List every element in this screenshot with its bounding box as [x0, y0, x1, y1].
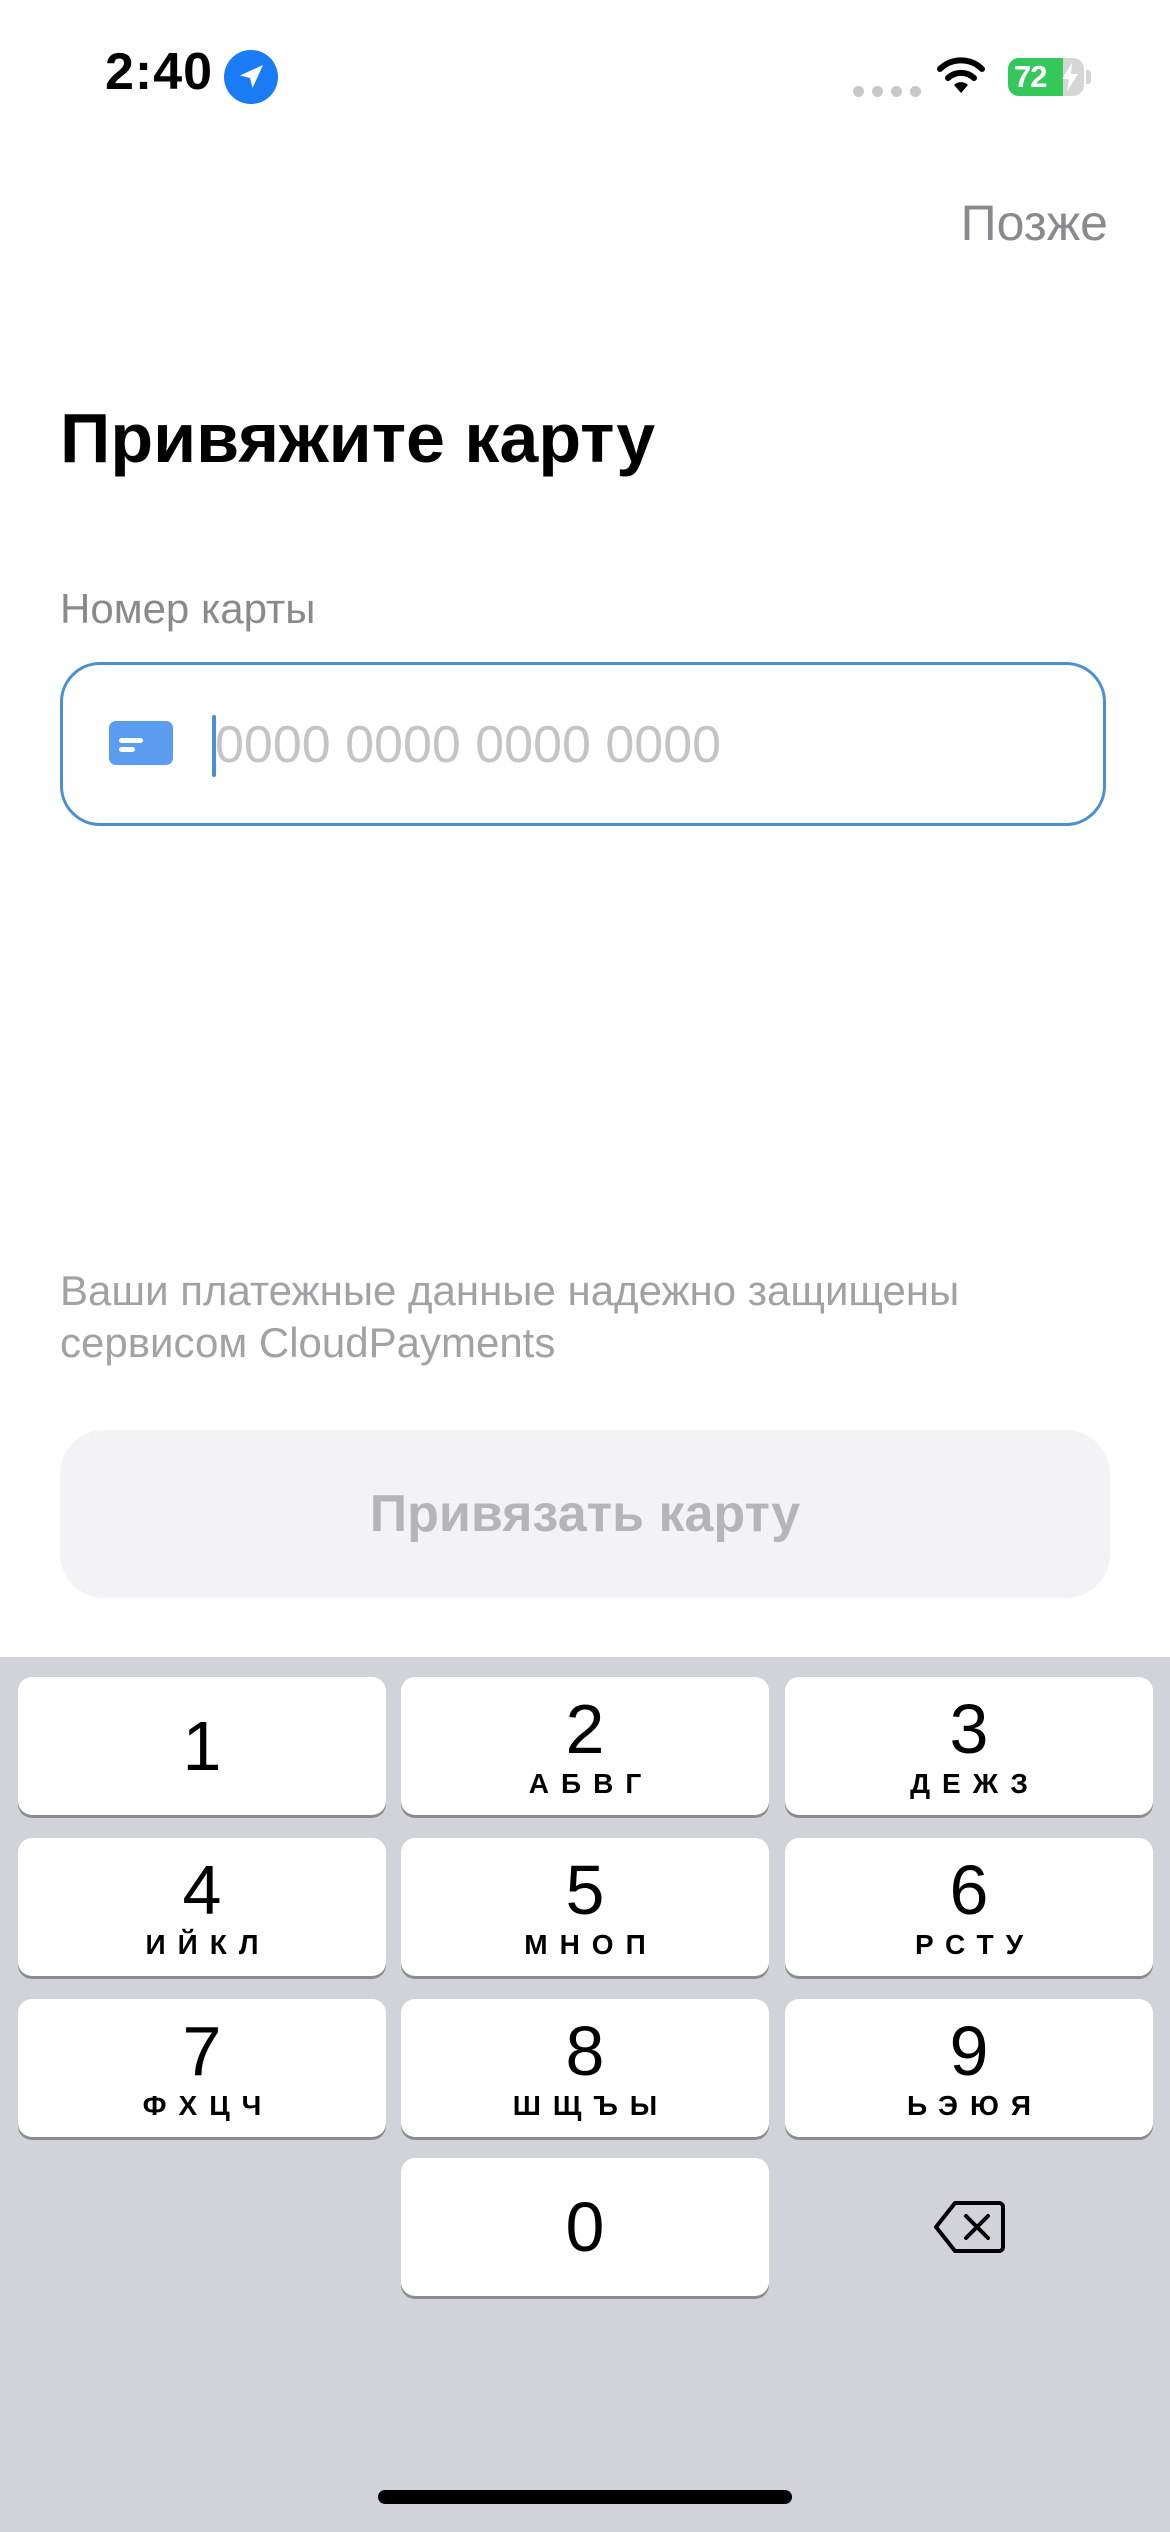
key-letters: ДЕЖЗ	[910, 1768, 1040, 1799]
key-digit: 6	[949, 1851, 989, 1929]
key-1[interactable]: 1	[18, 1677, 386, 1815]
home-indicator[interactable]	[378, 2490, 792, 2504]
card-number-label: Номер карты	[60, 585, 316, 632]
key-digit: 3	[949, 1690, 989, 1768]
key-letters: ШЩЪЫ	[512, 2090, 670, 2121]
card-number-field[interactable]	[60, 662, 1106, 826]
later-button[interactable]: Позже	[961, 194, 1108, 252]
bind-card-button[interactable]: Привязать карту	[60, 1430, 1110, 1598]
numeric-keypad: 1 2 АБВГ 3 ДЕЖЗ 4 ИЙКЛ 5 МНОП 6 РСТУ 7 Ф…	[0, 1657, 1170, 2532]
key-4[interactable]: 4 ИЙКЛ	[18, 1838, 386, 1976]
key-3[interactable]: 3 ДЕЖЗ	[785, 1677, 1153, 1815]
key-5[interactable]: 5 МНОП	[401, 1838, 769, 1976]
key-digit: 4	[182, 1851, 222, 1929]
battery-charging-icon: 72	[1008, 58, 1091, 96]
key-digit: 7	[182, 2012, 222, 2090]
page-title: Привяжите карту	[60, 399, 656, 477]
key-letters: ФХЦЧ	[142, 2090, 274, 2121]
key-9[interactable]: 9 ЬЭЮЯ	[785, 1999, 1153, 2137]
key-6[interactable]: 6 РСТУ	[785, 1838, 1153, 1976]
key-0[interactable]: 0	[401, 2158, 769, 2296]
location-arrow-icon	[224, 50, 278, 104]
key-digit: 5	[565, 1851, 605, 1929]
backspace-icon	[934, 2201, 1005, 2253]
cellular-signal-icon	[853, 86, 921, 97]
key-digit: 0	[565, 2188, 605, 2266]
wifi-icon	[937, 57, 985, 93]
battery-percent: 72	[1014, 59, 1047, 94]
card-number-input[interactable]	[215, 705, 1075, 785]
key-2[interactable]: 2 АБВГ	[401, 1677, 769, 1815]
security-note: Ваши платежные данные надежно защищены с…	[60, 1267, 960, 1366]
key-letters: МНОП	[524, 1929, 658, 1960]
key-digit: 9	[949, 2012, 989, 2090]
key-letters: АБВГ	[528, 1768, 654, 1799]
key-letters: ИЙКЛ	[145, 1929, 271, 1960]
status-time: 2:40	[105, 43, 214, 101]
key-8[interactable]: 8 ШЩЪЫ	[401, 1999, 769, 2137]
credit-card-icon	[109, 721, 173, 765]
delete-key[interactable]	[785, 2158, 1153, 2296]
key-letters: РСТУ	[914, 1929, 1036, 1960]
key-digit: 8	[565, 2012, 605, 2090]
key-7[interactable]: 7 ФХЦЧ	[18, 1999, 386, 2137]
key-letters: ЬЭЮЯ	[907, 2090, 1043, 2121]
key-digit: 1	[182, 1707, 222, 1785]
key-digit: 2	[565, 1690, 605, 1768]
